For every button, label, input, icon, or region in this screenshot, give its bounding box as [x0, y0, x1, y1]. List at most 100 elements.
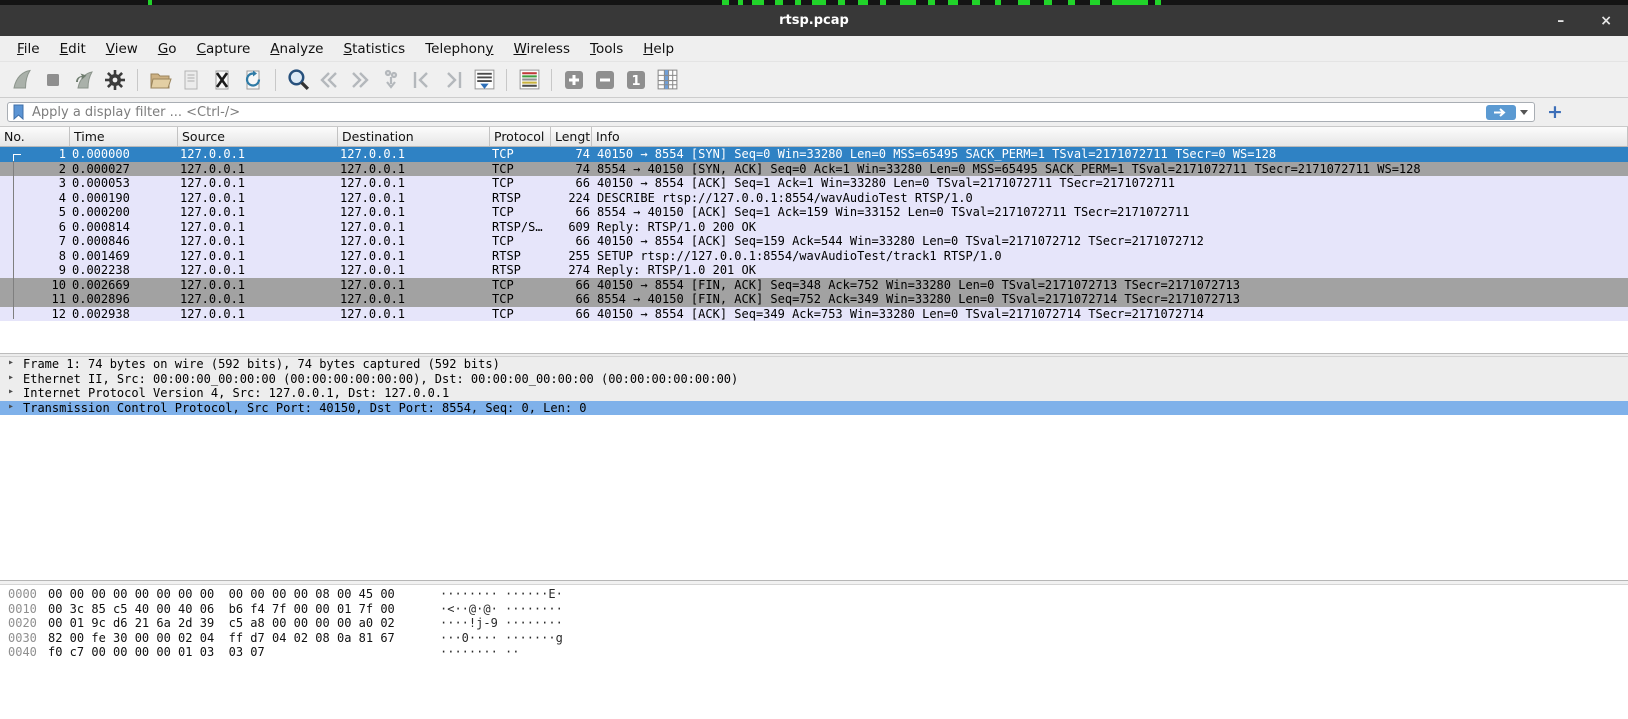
cell-protocol: RTSP: [490, 249, 551, 264]
packet-row[interactable]: 7 0.000846 127.0.0.1 127.0.0.1 TCP 66 40…: [0, 234, 1628, 249]
auto-scroll-button[interactable]: [470, 66, 498, 94]
menu-item[interactable]: Help: [633, 41, 684, 57]
display-filter-input[interactable]: [30, 104, 1486, 121]
cell-destination: 127.0.0.1: [338, 234, 490, 249]
conversation-line: [13, 161, 14, 319]
detail-row[interactable]: ▸ Transmission Control Protocol, Src Por…: [0, 401, 1628, 416]
hex-row[interactable]: 0020 00 01 9c d6 21 6a 2d 39 c5 a8 00 00…: [0, 616, 1628, 631]
cell-no: 6: [0, 220, 70, 235]
go-back-button[interactable]: [315, 66, 343, 94]
first-packet-button[interactable]: [408, 66, 436, 94]
start-capture-button[interactable]: [8, 66, 36, 94]
zoom-100-button[interactable]: 1: [622, 66, 650, 94]
menu-item[interactable]: File: [7, 41, 50, 57]
cell-length: 66: [551, 292, 592, 307]
expander-icon[interactable]: ▸: [0, 372, 23, 387]
expander-icon[interactable]: ▸: [0, 386, 23, 401]
toolbar-separator: [137, 69, 138, 91]
detail-text: Frame 1: 74 bytes on wire (592 bits), 74…: [23, 357, 500, 372]
menu-item[interactable]: Tools: [580, 41, 633, 57]
detail-text: Transmission Control Protocol, Src Port:…: [23, 401, 587, 416]
colorize-button[interactable]: [515, 66, 543, 94]
close-file-button[interactable]: [208, 66, 236, 94]
cell-no: 10: [0, 278, 70, 293]
shark-fin-icon: [10, 68, 34, 92]
menu-item[interactable]: Statistics: [333, 41, 415, 57]
packet-row[interactable]: 11 0.002896 127.0.0.1 127.0.0.1 TCP 66 8…: [0, 292, 1628, 307]
close-button[interactable]: ×: [1600, 14, 1612, 28]
packet-row[interactable]: 8 0.001469 127.0.0.1 127.0.0.1 RTSP 255 …: [0, 249, 1628, 264]
packet-row[interactable]: 4 0.000190 127.0.0.1 127.0.0.1 RTSP 224 …: [0, 191, 1628, 206]
column-header[interactable]: Source: [178, 127, 338, 146]
hex-row[interactable]: 0030 82 00 fe 30 00 00 02 04 ff d7 04 02…: [0, 631, 1628, 646]
menu-item[interactable]: Telephony: [415, 41, 503, 57]
cell-no: 8: [0, 249, 70, 264]
menu-item[interactable]: View: [96, 41, 148, 57]
menu-item[interactable]: Go: [148, 41, 187, 57]
cell-time: 0.002238: [70, 263, 178, 278]
resize-columns-button[interactable]: [653, 66, 681, 94]
column-header[interactable]: No.: [0, 127, 70, 146]
add-filter-button[interactable]: +: [1547, 103, 1563, 122]
hex-row[interactable]: 0000 00 00 00 00 00 00 00 00 00 00 00 00…: [0, 587, 1628, 602]
cell-length: 74: [551, 162, 592, 177]
last-packet-button[interactable]: [439, 66, 467, 94]
stop-capture-button[interactable]: [39, 66, 67, 94]
menu-item[interactable]: Analyze: [260, 41, 333, 57]
detail-row[interactable]: ▸ Internet Protocol Version 4, Src: 127.…: [0, 386, 1628, 401]
bookmark-icon[interactable]: [12, 104, 25, 120]
expander-icon[interactable]: ▸: [0, 401, 23, 416]
colorize-icon: [517, 67, 542, 92]
zoom-out-button[interactable]: [591, 66, 619, 94]
packet-row[interactable]: 10 0.002669 127.0.0.1 127.0.0.1 TCP 66 4…: [0, 278, 1628, 293]
display-filter-field[interactable]: [7, 102, 1535, 122]
reload-file-button[interactable]: [239, 66, 267, 94]
zoom-in-icon: [562, 68, 586, 92]
column-header[interactable]: Info: [592, 127, 1628, 146]
menu-item[interactable]: Capture: [187, 41, 261, 57]
cell-source: 127.0.0.1: [178, 263, 338, 278]
column-header[interactable]: Protocol: [490, 127, 551, 146]
cell-length: 74: [551, 147, 592, 162]
find-packet-button[interactable]: [284, 66, 312, 94]
packet-row[interactable]: 5 0.000200 127.0.0.1 127.0.0.1 TCP 66 85…: [0, 205, 1628, 220]
detail-row[interactable]: ▸ Frame 1: 74 bytes on wire (592 bits), …: [0, 357, 1628, 372]
cell-no: 7: [0, 234, 70, 249]
zoom-in-button[interactable]: [560, 66, 588, 94]
restart-fin-icon: [72, 68, 96, 92]
open-file-button[interactable]: [146, 66, 174, 94]
chevrons-left-icon: [317, 68, 341, 92]
packet-row[interactable]: 9 0.002238 127.0.0.1 127.0.0.1 RTSP 274 …: [0, 263, 1628, 278]
column-header[interactable]: Destination: [338, 127, 490, 146]
expander-icon[interactable]: ▸: [0, 357, 23, 372]
packet-row[interactable]: 12 0.002938 127.0.0.1 127.0.0.1 TCP 66 4…: [0, 307, 1628, 322]
hex-row[interactable]: 0040 f0 c7 00 00 00 00 01 03 03 07 ·····…: [0, 645, 1628, 660]
last-packet-icon: [441, 68, 465, 92]
go-forward-button[interactable]: [346, 66, 374, 94]
packet-row[interactable]: 1 0.000000 127.0.0.1 127.0.0.1 TCP 74 40…: [0, 147, 1628, 162]
cell-destination: 127.0.0.1: [338, 191, 490, 206]
menu-item[interactable]: Edit: [50, 41, 96, 57]
hex-bytes: 00 3c 85 c5 40 00 40 06 b6 f4 7f 00 00 0…: [48, 602, 440, 617]
main-toolbar: 1: [0, 62, 1628, 98]
restart-capture-button[interactable]: [70, 66, 98, 94]
packet-row[interactable]: 3 0.000053 127.0.0.1 127.0.0.1 TCP 66 40…: [0, 176, 1628, 191]
menu-item[interactable]: Wireless: [503, 41, 580, 57]
column-header[interactable]: Length: [551, 127, 592, 146]
cell-length: 609: [551, 220, 592, 235]
hex-row[interactable]: 0010 00 3c 85 c5 40 00 40 06 b6 f4 7f 00…: [0, 602, 1628, 617]
capture-options-button[interactable]: [101, 66, 129, 94]
cell-protocol: RTSP: [490, 263, 551, 278]
minimize-button[interactable]: –: [1557, 14, 1564, 28]
packet-row[interactable]: 6 0.000814 127.0.0.1 127.0.0.1 RTSP/S… 6…: [0, 220, 1628, 235]
detail-text: Ethernet II, Src: 00:00:00_00:00:00 (00:…: [23, 372, 738, 387]
packet-row[interactable]: 2 0.000027 127.0.0.1 127.0.0.1 TCP 74 85…: [0, 162, 1628, 177]
go-to-packet-button[interactable]: [377, 66, 405, 94]
cell-length: 66: [551, 234, 592, 249]
filter-dropdown-caret[interactable]: [1520, 110, 1528, 115]
save-file-button[interactable]: [177, 66, 205, 94]
cell-length: 255: [551, 249, 592, 264]
apply-filter-button[interactable]: [1486, 105, 1516, 120]
detail-row[interactable]: ▸ Ethernet II, Src: 00:00:00_00:00:00 (0…: [0, 372, 1628, 387]
column-header[interactable]: Time: [70, 127, 178, 146]
